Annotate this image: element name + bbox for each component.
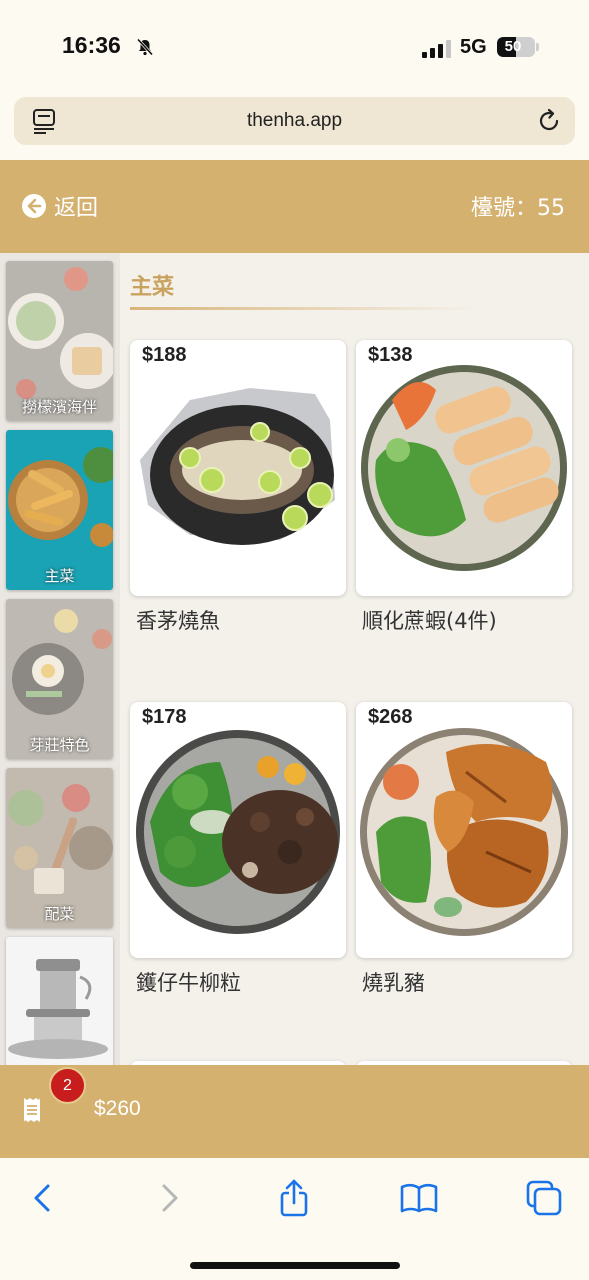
- dish-price: $268: [368, 706, 413, 728]
- bell-off-icon: [136, 38, 154, 56]
- category-label: 撈檬濱海伴: [21, 398, 97, 416]
- category-image: [6, 937, 113, 1065]
- share-icon[interactable]: [274, 1178, 314, 1218]
- bookmarks-icon[interactable]: [399, 1178, 439, 1218]
- category-main-dishes[interactable]: 主菜: [6, 430, 113, 590]
- address-bar[interactable]: thenha.app: [14, 97, 575, 145]
- network-type: 5G: [460, 36, 487, 58]
- browser-url-area: thenha.app: [0, 90, 589, 160]
- back-label: 返回: [54, 196, 99, 221]
- battery-level: 50: [504, 38, 522, 55]
- dish-name: 香茅燒魚: [136, 609, 220, 633]
- battery-icon: 50: [497, 37, 535, 57]
- category-lime-seafood[interactable]: 撈檬濱海伴: [6, 261, 113, 421]
- browser-toolbar: [0, 1158, 589, 1280]
- tabs-icon[interactable]: [524, 1178, 564, 1218]
- back-arrow-icon: [22, 194, 46, 218]
- dish-name: 燒乳豬: [362, 971, 425, 995]
- signal-icon: [422, 40, 451, 58]
- category-label: 主菜: [44, 567, 75, 585]
- dish-price: $138: [368, 344, 413, 366]
- dish-image: [360, 728, 568, 936]
- cart-count-badge: 2: [49, 1067, 86, 1104]
- category-label: 配菜: [44, 905, 75, 923]
- section-divider: [130, 307, 480, 310]
- category-label: 芽莊特色: [29, 736, 90, 754]
- dish-card[interactable]: $138: [356, 340, 572, 596]
- table-number: 檯號：55: [471, 196, 565, 221]
- section-title: 主菜: [130, 275, 175, 300]
- dish-name: 鑊仔牛柳粒: [136, 971, 241, 995]
- dish-image: [361, 365, 567, 571]
- dish-card[interactable]: $188: [130, 340, 346, 596]
- app-header: 返回 檯號：55: [0, 160, 589, 253]
- battery-cap: [536, 43, 539, 51]
- dish-image: [140, 388, 335, 545]
- dish-price: $178: [142, 706, 187, 728]
- back-button[interactable]: 返回: [22, 188, 98, 224]
- back-nav-icon[interactable]: [22, 1178, 62, 1218]
- cart-bar[interactable]: 2 $260: [0, 1065, 589, 1158]
- url-text: thenha.app: [246, 110, 343, 131]
- dish-card[interactable]: $178: [130, 702, 346, 958]
- dish-price: $188: [142, 344, 187, 366]
- cart-total: $260: [94, 1097, 141, 1120]
- receipt-icon[interactable]: [22, 1097, 42, 1123]
- category-sidebar[interactable]: 撈檬濱海伴 主菜 芽莊特色 配菜: [0, 253, 120, 1065]
- dish-name: 順化蔗蝦(4件): [362, 609, 497, 633]
- dish-image: [136, 730, 340, 934]
- status-time: 16:36: [62, 32, 121, 58]
- status-bar: 16:36 5G 50: [0, 0, 589, 90]
- category-drinks[interactable]: [6, 937, 113, 1065]
- category-side-dishes[interactable]: 配菜: [6, 768, 113, 928]
- forward-nav-icon[interactable]: [150, 1178, 190, 1218]
- dish-card[interactable]: $268: [356, 702, 572, 958]
- home-indicator: [190, 1262, 400, 1269]
- menu-content: 主菜 $188 香茅燒魚 $138 順化蔗蝦(4件) $178 鑊仔牛柳粒 $2…: [120, 253, 589, 1065]
- reload-icon[interactable]: [536, 108, 562, 134]
- category-nha-trang-special[interactable]: 芽莊特色: [6, 599, 113, 759]
